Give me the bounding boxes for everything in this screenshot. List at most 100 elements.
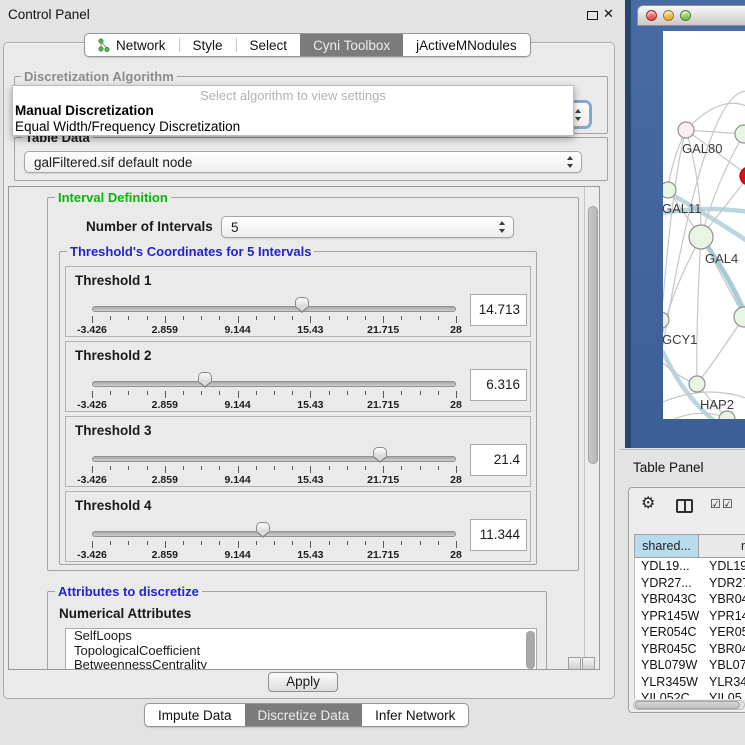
table-cell-name[interactable]: YDL19 xyxy=(699,559,745,573)
float-panel-icon[interactable] xyxy=(587,11,598,20)
table-cell-shared-name[interactable]: YDL19... xyxy=(635,559,699,573)
slider-tick xyxy=(438,316,439,320)
apply-button[interactable]: Apply xyxy=(268,672,338,692)
checkbox-icon[interactable]: ☑ xyxy=(722,497,733,511)
slider-tick xyxy=(456,541,457,548)
table-cell-name[interactable]: YBR04 xyxy=(699,642,745,656)
threshold-value-field[interactable]: 14.713 xyxy=(470,294,527,326)
table-cell-name[interactable]: YER05 xyxy=(699,625,745,639)
slider-track[interactable] xyxy=(92,306,456,312)
table-cell-name[interactable]: YDR27 xyxy=(699,576,745,590)
network-node[interactable] xyxy=(734,307,745,327)
checkbox-icon[interactable]: ☑ xyxy=(710,497,721,511)
attribute-list-item[interactable]: TopologicalCoefficient xyxy=(66,644,536,659)
scrollbar-down-button[interactable] xyxy=(582,657,595,670)
table-cell-shared-name[interactable]: YBR045C xyxy=(635,642,699,656)
list-scrollbar-thumb[interactable] xyxy=(526,631,535,669)
tab-jactivemnodules[interactable]: jActiveMNodules xyxy=(403,33,530,57)
table-row[interactable]: YBL079WYBL07 xyxy=(635,657,745,674)
table-row[interactable]: YBR045CYBR04 xyxy=(635,641,745,658)
tab-discretize-data[interactable]: Discretize Data xyxy=(245,703,363,727)
network-node[interactable] xyxy=(663,182,676,198)
slider-tick-label: 15.43 xyxy=(297,474,323,486)
slider-thumb[interactable] xyxy=(373,447,387,457)
tab-cyni-toolbox[interactable]: Cyni Toolbox xyxy=(300,33,403,57)
gear-icon[interactable]: ⚙ xyxy=(641,495,655,513)
slider-track[interactable] xyxy=(92,531,456,537)
slider-thumb[interactable] xyxy=(198,372,212,382)
close-panel-icon[interactable]: ✕ xyxy=(603,6,614,22)
table-row[interactable]: YIL052CYIL05 xyxy=(635,690,745,699)
tab-impute-data[interactable]: Impute Data xyxy=(145,703,245,727)
slider-thumb[interactable] xyxy=(256,522,270,532)
combo-arrows-icon xyxy=(499,221,506,233)
network-node[interactable] xyxy=(689,225,713,249)
window-minimize-button[interactable] xyxy=(663,10,674,21)
table-row[interactable]: YBR043CYBR04 xyxy=(635,591,745,608)
column-header-shared-name[interactable]: shared... xyxy=(635,535,699,557)
table-cell-name[interactable]: YPR14 xyxy=(699,609,745,623)
table-row[interactable]: YPR145WYPR14 xyxy=(635,608,745,625)
tab-label: Style xyxy=(193,38,223,53)
network-canvas[interactable]: GAL80GACGAL11GAL4GCY1HHAP2 xyxy=(663,31,745,419)
table-cell-shared-name[interactable]: YIL052C xyxy=(635,691,699,699)
slider-tick-label: 9.144 xyxy=(224,474,250,486)
table-cell-shared-name[interactable]: YDR27... xyxy=(635,576,699,590)
slider-tick-label: 15.43 xyxy=(297,324,323,336)
slider-tick xyxy=(329,391,330,395)
application-window: Control Panel ✕ NetworkStyleSelectCyni T… xyxy=(0,0,745,745)
numerical-attributes-list[interactable]: SelfLoopsTopologicalCoefficientBetweenne… xyxy=(65,628,537,670)
slider-track[interactable] xyxy=(92,381,456,387)
table-cell-shared-name[interactable]: YBR043C xyxy=(635,592,699,606)
column-header-name[interactable]: na xyxy=(699,535,745,557)
network-node[interactable] xyxy=(689,376,705,392)
table-row[interactable]: YDR27...YDR27 xyxy=(635,575,745,592)
vertical-scrollbar-thumb[interactable] xyxy=(588,206,598,464)
tab-network[interactable]: Network xyxy=(85,33,179,57)
algorithm-option-manual-discretization[interactable]: Manual Discretization xyxy=(13,103,573,119)
tab-infer-network[interactable]: Infer Network xyxy=(362,703,468,727)
threshold-value-field[interactable]: 6.316 xyxy=(470,369,527,401)
algorithm-option-equal-width-frequency-discretization[interactable]: Equal Width/Frequency Discretization xyxy=(13,119,573,135)
tab-select[interactable]: Select xyxy=(237,33,301,57)
window-close-button[interactable] xyxy=(646,10,657,21)
table-row[interactable]: YDL19...YDL19 xyxy=(635,558,745,575)
scrollbar-up-button[interactable] xyxy=(568,657,581,670)
slider-tick xyxy=(274,391,275,395)
threshold-value-field[interactable]: 11.344 xyxy=(470,519,527,551)
table-cell-shared-name[interactable]: YLR345W xyxy=(635,675,699,689)
table-cell-name[interactable]: YBR04 xyxy=(699,592,745,606)
horizontal-scrollbar[interactable] xyxy=(633,700,745,710)
slider-tick xyxy=(165,541,166,548)
table-cell-name[interactable]: YBL07 xyxy=(699,658,745,672)
number-of-intervals-combobox[interactable]: 5 xyxy=(221,216,514,238)
network-window-titlebar[interactable] xyxy=(637,5,745,26)
slider-tick xyxy=(401,466,402,470)
table-cell-shared-name[interactable]: YER054C xyxy=(635,625,699,639)
slider-tick xyxy=(92,541,93,548)
tab-style[interactable]: Style xyxy=(180,33,236,57)
slider-tick-label: 21.715 xyxy=(367,549,399,561)
network-node[interactable] xyxy=(735,125,745,143)
table-cell-name[interactable]: YLR34 xyxy=(699,675,745,689)
window-zoom-button[interactable] xyxy=(680,10,691,21)
table-row[interactable]: YLR345WYLR34 xyxy=(635,674,745,691)
columns-icon[interactable] xyxy=(676,499,693,513)
horizontal-scrollbar-thumb[interactable] xyxy=(635,701,740,709)
slider-thumb[interactable] xyxy=(295,297,309,307)
vertical-scrollbar[interactable] xyxy=(584,187,600,670)
table-cell-shared-name[interactable]: YBL079W xyxy=(635,658,699,672)
slider-tick xyxy=(347,316,348,320)
slider-track[interactable] xyxy=(92,456,456,462)
slider-tick xyxy=(420,466,421,470)
table-cell-name[interactable]: YIL05 xyxy=(699,691,745,699)
table-data-combobox[interactable]: galFiltered.sif default node xyxy=(24,151,582,173)
table-row[interactable]: YER054CYER05 xyxy=(635,624,745,641)
threshold-value-field[interactable]: 21.4 xyxy=(470,444,527,476)
slider-tick xyxy=(147,391,148,395)
table-cell-shared-name[interactable]: YPR145W xyxy=(635,609,699,623)
numerical-attributes-label: Numerical Attributes xyxy=(59,606,191,621)
attribute-list-item[interactable]: BetweennessCentrality xyxy=(66,658,536,670)
network-node[interactable] xyxy=(678,122,694,138)
attribute-list-item[interactable]: SelfLoops xyxy=(66,629,536,644)
